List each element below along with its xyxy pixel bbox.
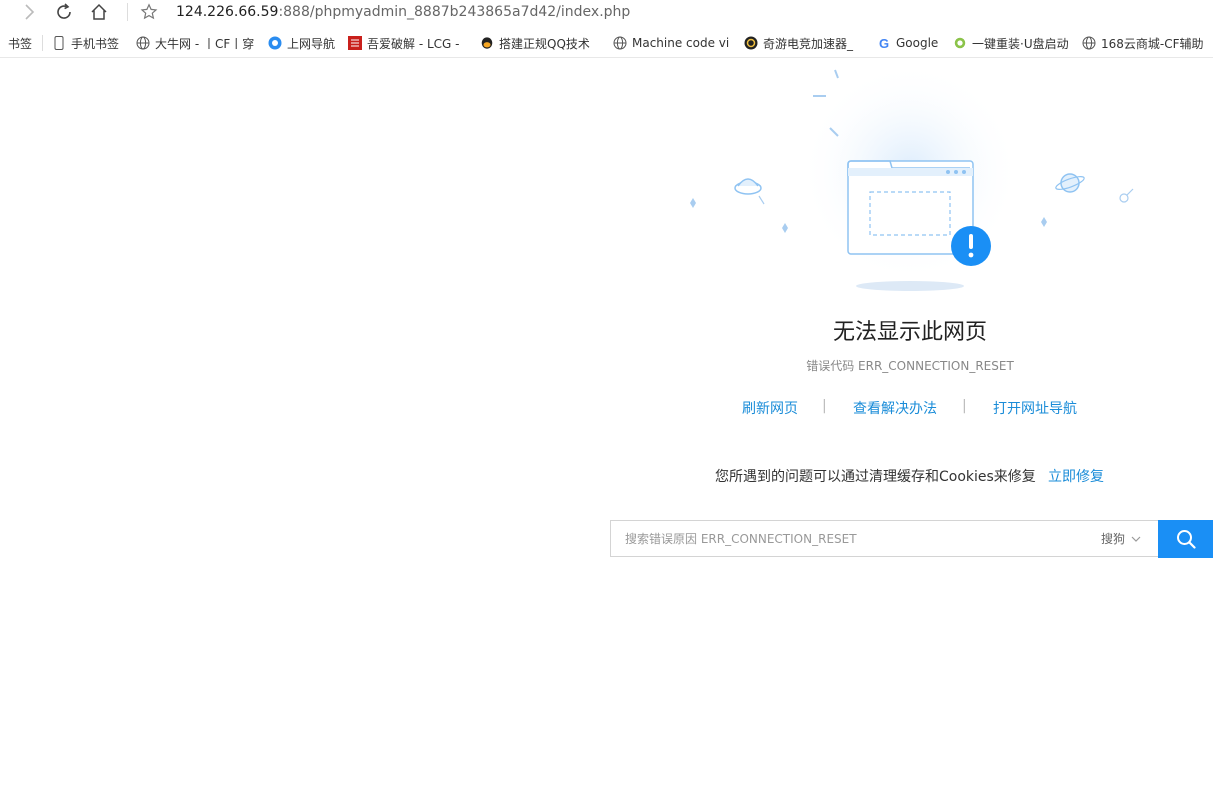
bookmark-label: 上网导航 (287, 36, 336, 51)
globe-icon (136, 36, 150, 50)
bookmark-folder[interactable]: 书签 (8, 29, 32, 57)
bookmark-label: 奇游电竞加速器_ (763, 36, 854, 51)
error-illustration (690, 62, 1134, 291)
browser-toolbar: 124.226.66.59:888/phpmyadmin_8887b243865… (0, 0, 1213, 28)
bookmark-reinstall[interactable]: 一键重装·U盘启动 (953, 29, 1069, 57)
bookmark-label: 书签 (8, 36, 33, 51)
qiyou-icon (744, 36, 758, 50)
search-button[interactable] (1158, 520, 1213, 558)
bookmark-nav[interactable]: 上网导航 (268, 29, 335, 57)
url-path: :888/phpmyadmin_8887b243865a7d42/index.p… (278, 4, 631, 20)
fix-now-link[interactable]: 立即修复 (1048, 466, 1104, 486)
bookmarks-bar: 书签 手机书签 大牛网 - 丨CF丨穿 上网导航 吾爱破解 - LCG - 搭建… (0, 29, 1213, 58)
url-host: 124.226.66.59 (176, 4, 279, 20)
search-icon (1176, 529, 1196, 549)
bookmark-label: 一键重装·U盘启动 (972, 36, 1069, 51)
search-input[interactable] (625, 521, 1065, 556)
open-navigation-link[interactable]: 打开网址导航 (993, 398, 1077, 418)
bookmark-label: 搭建正规QQ技术 (499, 36, 590, 51)
globe-icon (613, 36, 627, 50)
toolbar-divider (127, 3, 128, 21)
forward-icon[interactable] (18, 0, 40, 24)
bookmark-label: Machine code vi (632, 36, 730, 50)
address-bar[interactable]: 124.226.66.59:888/phpmyadmin_8887b243865… (176, 2, 630, 22)
search-engine-label: 搜狗 (1101, 532, 1126, 546)
bookmark-daniu[interactable]: 大牛网 - 丨CF丨穿 (136, 29, 254, 57)
chevron-down-icon (1131, 536, 1141, 542)
bookmark-qiyou[interactable]: 奇游电竞加速器_ (744, 29, 862, 57)
search-box: 搜狗 (610, 520, 1158, 557)
link-separator: | (962, 398, 967, 414)
bookmark-divider (42, 35, 43, 51)
52pojie-icon (348, 36, 362, 50)
bookmark-label: Google (896, 36, 939, 50)
bookmark-label: 吾爱破解 - LCG - (367, 36, 460, 51)
star-icon[interactable] (138, 0, 160, 24)
phone-icon (52, 36, 66, 50)
bookmark-mobile[interactable]: 手机书签 (52, 29, 119, 57)
solutions-link[interactable]: 查看解决办法 (853, 398, 937, 418)
bookmark-label: 大牛网 - 丨CF丨穿 (155, 36, 254, 51)
navigation-icon (268, 36, 282, 50)
fix-message: 您所遇到的问题可以通过清理缓存和Cookies来修复 (715, 469, 1036, 485)
bookmark-machine[interactable]: Machine code vi (613, 29, 731, 57)
reload-icon[interactable] (52, 0, 76, 24)
refresh-link[interactable]: 刷新网页 (742, 398, 798, 418)
bookmark-label: 手机书签 (71, 36, 120, 51)
globe-icon (1082, 36, 1096, 50)
link-separator: | (822, 398, 827, 414)
google-icon: G (878, 35, 890, 51)
qq-icon (480, 36, 494, 50)
error-title: 无法显示此网页 (832, 320, 987, 345)
bookmark-qq[interactable]: 搭建正规QQ技术 (480, 29, 602, 57)
bookmark-52pojie[interactable]: 吾爱破解 - LCG - (348, 29, 466, 57)
bookmark-168[interactable]: 168云商城-CF辅助 (1082, 29, 1204, 57)
bookmark-google[interactable]: G Google (877, 29, 938, 57)
error-code: 错误代码 ERR_CONNECTION_RESET (806, 359, 1014, 373)
home-icon[interactable] (87, 0, 111, 24)
reinstall-icon (953, 36, 967, 50)
bookmark-label: 168云商城-CF辅助 (1101, 36, 1204, 51)
search-engine-select[interactable]: 搜狗 (1101, 521, 1141, 556)
